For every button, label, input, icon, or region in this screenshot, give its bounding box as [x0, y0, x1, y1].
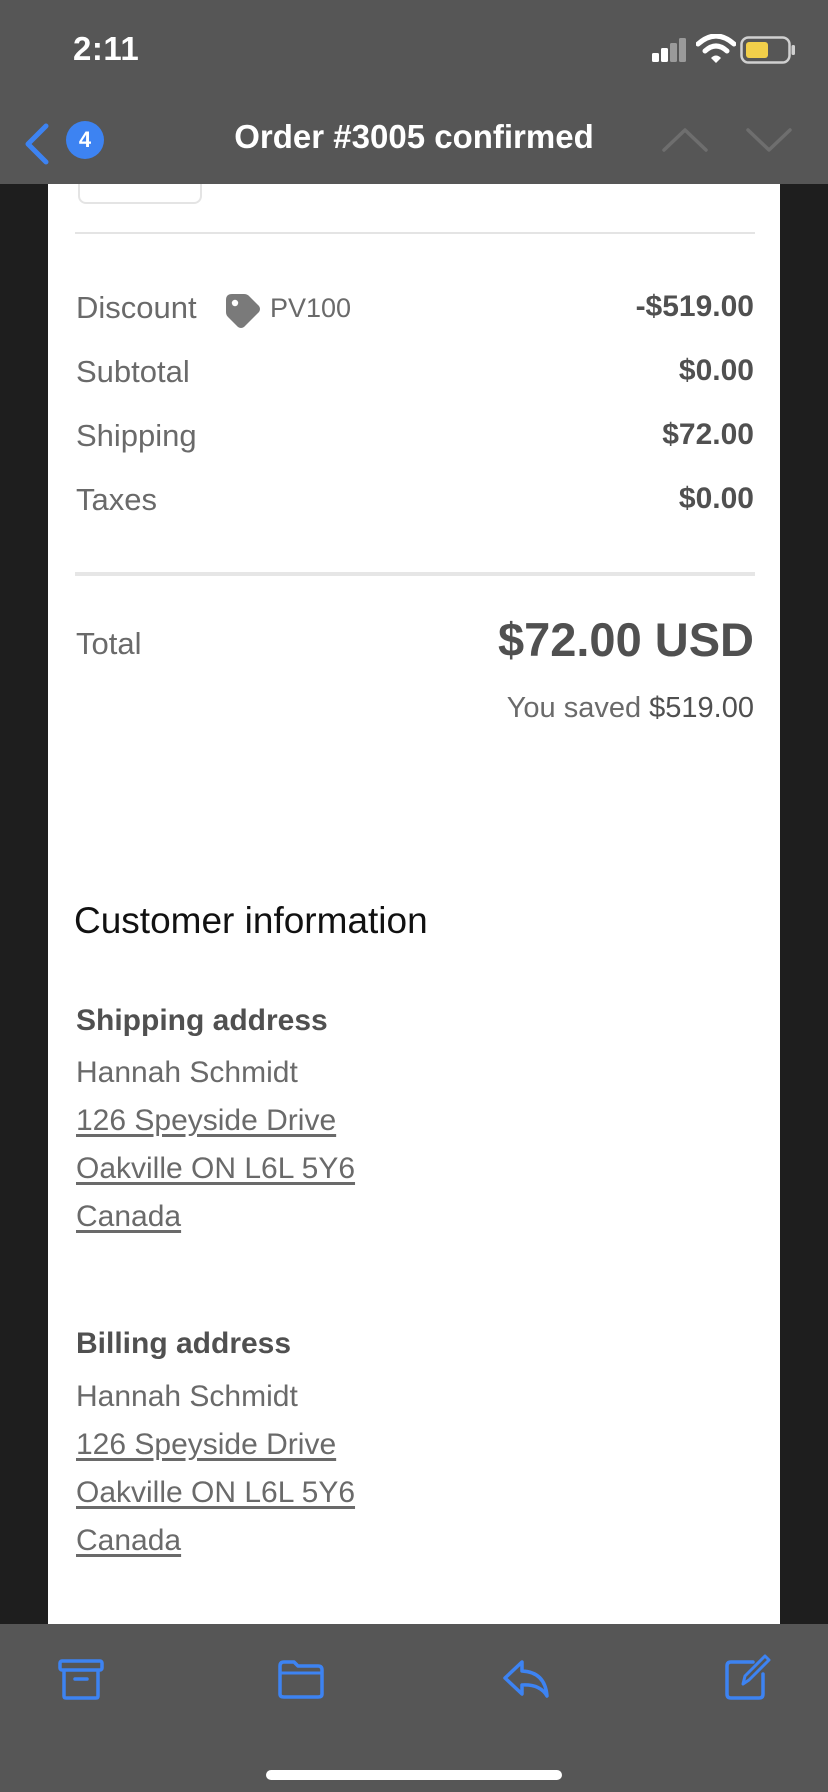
subtotal-amount: $0.00 [678, 354, 754, 387]
discount-row: Discount PV100 -$519.00 [76, 290, 754, 330]
top-chrome: 2:11 4 Order #3005 confirmed [0, 0, 828, 184]
discount-label: Discount [76, 290, 197, 325]
shipping-address-heading: Shipping address [76, 1004, 328, 1037]
folder-icon[interactable] [277, 1654, 325, 1702]
cellular-signal-icon [652, 38, 686, 62]
shipping-row: Shipping $72.00 [76, 418, 754, 458]
billing-name: Hannah Schmidt [76, 1380, 298, 1413]
discount-amount: -$519.00 [635, 290, 754, 323]
shipping-label: Shipping [76, 418, 197, 453]
shipping-street-link[interactable]: 126 Speyside Drive [76, 1104, 336, 1138]
customer-info-title: Customer information [74, 900, 428, 941]
subtotal-row: Subtotal $0.00 [76, 354, 754, 394]
shipping-country-link[interactable]: Canada [76, 1200, 181, 1234]
savings-prefix: You saved [506, 692, 642, 724]
divider [75, 572, 755, 576]
wifi-icon [696, 34, 736, 63]
billing-address-heading: Billing address [76, 1327, 292, 1360]
bottom-toolbar [0, 1624, 828, 1792]
line-item-thumbnail [78, 184, 202, 204]
subtotal-label: Subtotal [76, 354, 190, 389]
archive-icon[interactable] [57, 1654, 105, 1702]
chevron-up-icon[interactable] [660, 126, 710, 154]
shipping-amount: $72.00 [662, 418, 754, 451]
chevron-left-icon[interactable] [22, 122, 52, 166]
status-bar: 2:11 [0, 0, 828, 100]
taxes-label: Taxes [76, 482, 157, 517]
taxes-amount: $0.00 [678, 482, 754, 515]
compose-icon[interactable] [723, 1654, 771, 1702]
email-body-card: Discount PV100 -$519.00 Subtotal $0.00 S… [48, 184, 780, 1624]
home-indicator [266, 1770, 562, 1780]
taxes-row: Taxes $0.00 [76, 482, 754, 522]
billing-street-link[interactable]: 126 Speyside Drive [76, 1428, 336, 1462]
tag-icon [226, 294, 260, 328]
savings-note: You saved $519.00 [507, 692, 754, 725]
divider [75, 232, 755, 234]
discount-code: PV100 [270, 293, 352, 323]
total-amount: $72.00 USD [497, 613, 754, 666]
reply-icon[interactable] [502, 1654, 550, 1702]
status-time: 2:11 [73, 30, 140, 67]
savings-amount: $519.00 [649, 692, 754, 724]
shipping-name: Hannah Schmidt [76, 1056, 298, 1089]
total-label: Total [76, 626, 142, 661]
shipping-city-link[interactable]: Oakville ON L6L 5Y6 [76, 1152, 355, 1186]
billing-city-link[interactable]: Oakville ON L6L 5Y6 [76, 1476, 355, 1510]
chevron-down-icon[interactable] [744, 126, 794, 154]
email-subject-title: Order #3005 confirmed [234, 118, 594, 155]
battery-icon [740, 36, 795, 64]
unread-count-badge[interactable]: 4 [66, 121, 104, 159]
billing-country-link[interactable]: Canada [76, 1524, 181, 1558]
navigation-bar: 4 Order #3005 confirmed [0, 100, 828, 184]
